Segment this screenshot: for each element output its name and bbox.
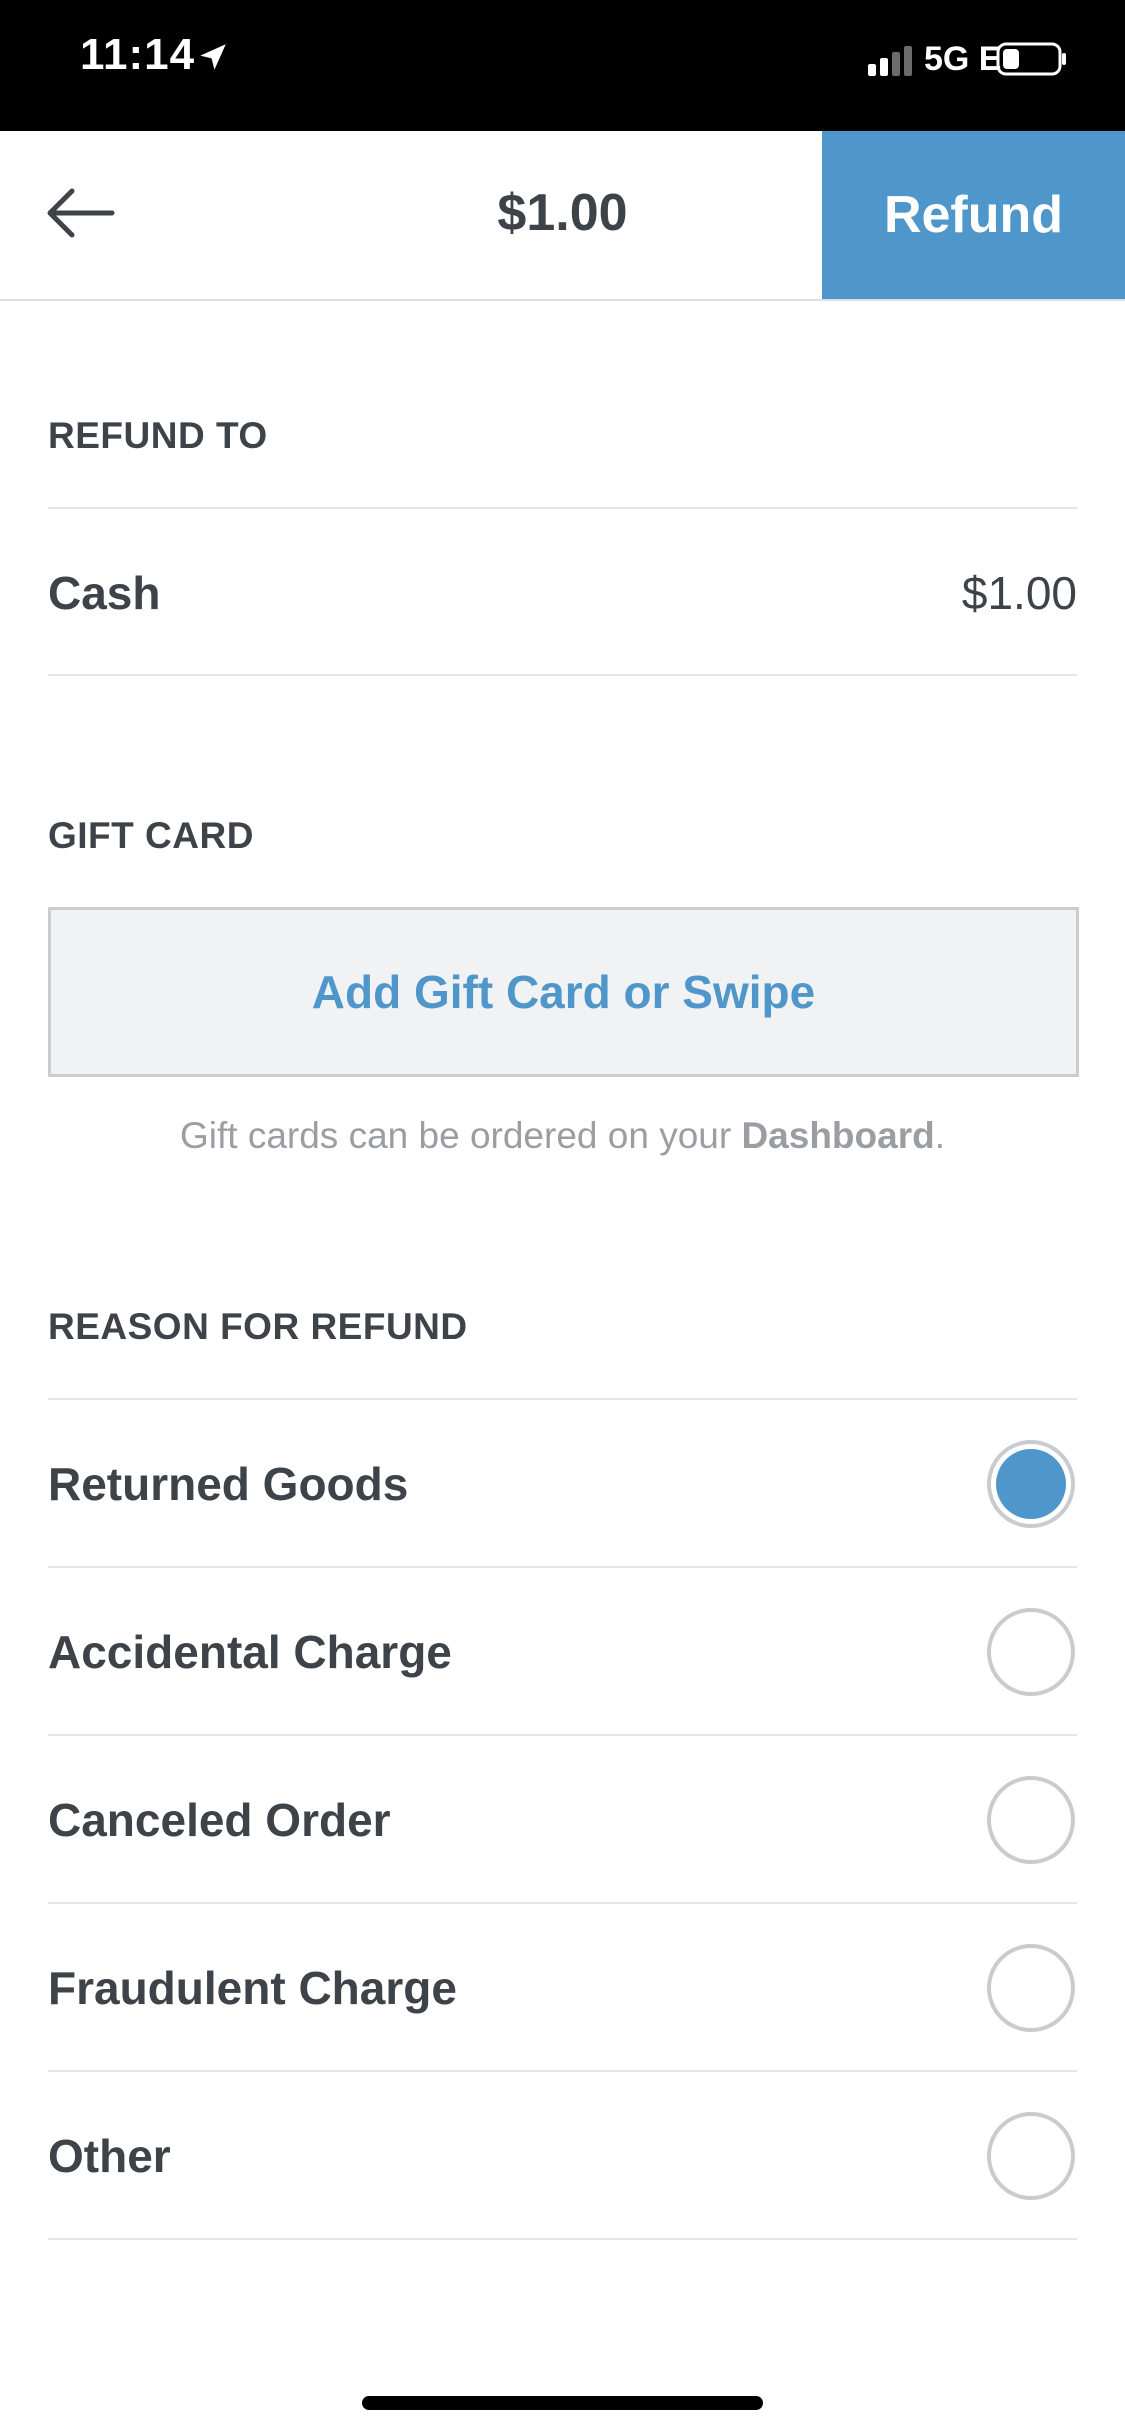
reason-option-label: Accidental Charge [48, 1626, 452, 1678]
status-time: 11:14 [80, 30, 196, 79]
divider [48, 2238, 1077, 2240]
reason-option-label: Fraudulent Charge [48, 1962, 457, 2014]
divider [48, 507, 1077, 509]
refund-method-label: Cash [48, 567, 161, 619]
home-indicator [362, 2396, 763, 2410]
divider [48, 2070, 1077, 2072]
reason-header: REASON FOR REFUND [48, 1306, 468, 1347]
divider [48, 1398, 1077, 1400]
reason-option-label: Canceled Order [48, 1794, 391, 1846]
gift-card-note-suffix: . [934, 1115, 945, 1156]
radio-button[interactable] [987, 1776, 1075, 1864]
dashboard-link[interactable]: Dashboard [741, 1115, 934, 1156]
divider [48, 1734, 1077, 1736]
radio-button-selected[interactable] [987, 1440, 1075, 1528]
radio-button[interactable] [987, 1608, 1075, 1696]
location-arrow-icon [200, 44, 226, 70]
refund-button[interactable]: Refund [822, 131, 1125, 299]
radio-button[interactable] [987, 1944, 1075, 2032]
reason-option-label: Other [48, 2130, 171, 2182]
add-gift-card-button[interactable]: Add Gift Card or Swipe [48, 907, 1079, 1077]
nav-bar: $1.00 Refund [0, 131, 1125, 301]
reason-option-fraudulent-charge[interactable]: Fraudulent Charge [48, 1905, 1077, 2071]
reason-option-other[interactable]: Other [48, 2073, 1077, 2239]
radio-button[interactable] [987, 2112, 1075, 2200]
gift-card-note-prefix: Gift cards can be ordered on your [179, 1115, 742, 1156]
divider [48, 1902, 1077, 1904]
refund-to-header: REFUND TO [48, 415, 268, 456]
network-type-label: 5G E [924, 40, 1002, 78]
reason-option-returned-goods[interactable]: Returned Goods [48, 1401, 1077, 1567]
status-bar: 11:14 5G E [0, 0, 1125, 131]
gift-card-note: Gift cards can be ordered on your Dashbo… [0, 1115, 1125, 1157]
reason-option-label: Returned Goods [48, 1458, 409, 1510]
reason-option-canceled-order[interactable]: Canceled Order [48, 1737, 1077, 1903]
refund-method-row[interactable]: Cash $1.00 [48, 510, 1077, 676]
refund-amount: $1.00 [961, 567, 1077, 619]
divider [48, 674, 1077, 676]
gift-card-header: GIFT CARD [48, 815, 254, 856]
battery-icon [996, 42, 1066, 76]
divider [48, 1566, 1077, 1568]
reason-option-accidental-charge[interactable]: Accidental Charge [48, 1569, 1077, 1735]
signal-strength-icon [868, 46, 912, 76]
radio-dot [996, 1449, 1066, 1519]
